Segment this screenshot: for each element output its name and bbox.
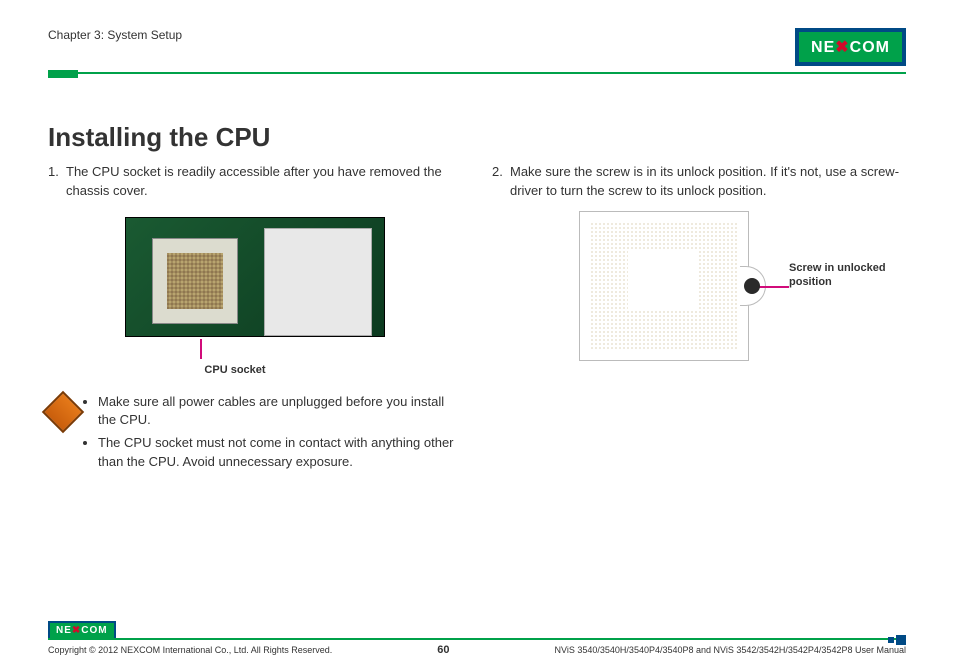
footer-copyright: Copyright © 2012 NEXCOM International Co… (48, 645, 332, 655)
step-text-2: Make sure the screw is in its unlock pos… (510, 163, 906, 201)
cpu-socket-caption: CPU socket (8, 363, 462, 379)
cpu-board-image (125, 217, 385, 337)
header-rule (48, 72, 906, 74)
screw-icon (744, 278, 760, 294)
screw-label: Screw in unlocked position (789, 261, 899, 290)
caution-item: The CPU socket must not come in contact … (98, 434, 462, 472)
page-title: Installing the CPU (48, 122, 906, 153)
page-number: 60 (437, 644, 449, 656)
step-number-2: 2. (492, 163, 510, 201)
step-number-1: 1. (48, 163, 66, 201)
caution-icon (42, 390, 84, 432)
chapter-label: Chapter 3: System Setup (48, 28, 182, 42)
right-column: 2. Make sure the screw is in its unlock … (492, 163, 906, 476)
logo-top: NE✖COM (795, 28, 906, 66)
caution-item: Make sure all power cables are unplugged… (98, 393, 462, 431)
step-text-1: The CPU socket is readily accessible aft… (66, 163, 462, 201)
footer-manual: NViS 3540/3540H/3540P4/3540P8 and NViS 3… (555, 645, 906, 655)
caution-list: Make sure all power cables are unplugged… (98, 393, 462, 476)
socket-diagram: Screw in unlocked position (579, 211, 819, 361)
footer: NE✖COM Copyright © 2012 NEXCOM Internati… (48, 620, 906, 656)
left-column: 1. The CPU socket is readily accessible … (48, 163, 462, 476)
